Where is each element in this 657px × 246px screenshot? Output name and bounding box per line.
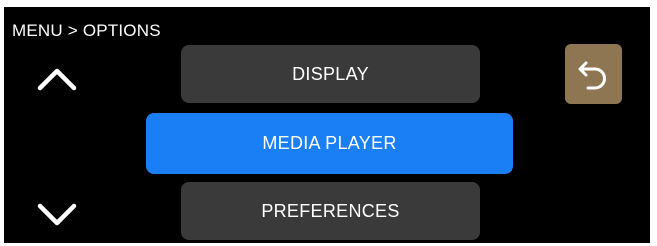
- menu-item-display[interactable]: DISPLAY: [181, 45, 480, 103]
- menu-item-label: MEDIA PLAYER: [262, 133, 397, 153]
- options-screen: MENU > OPTIONS DISPLAY MEDIA PLAYER PREF…: [4, 7, 650, 243]
- menu-item-label: PREFERENCES: [261, 200, 400, 221]
- menu-item-label: DISPLAY: [292, 63, 369, 84]
- back-arrow-icon: [578, 61, 606, 90]
- menu-item-media-player[interactable]: MEDIA PLAYER: [146, 113, 513, 174]
- chevron-up-icon[interactable]: [36, 64, 78, 94]
- back-button[interactable]: [565, 44, 622, 104]
- breadcrumb: MENU > OPTIONS: [12, 21, 161, 40]
- chevron-down-icon[interactable]: [36, 200, 78, 230]
- menu-item-preferences[interactable]: PREFERENCES: [181, 182, 480, 240]
